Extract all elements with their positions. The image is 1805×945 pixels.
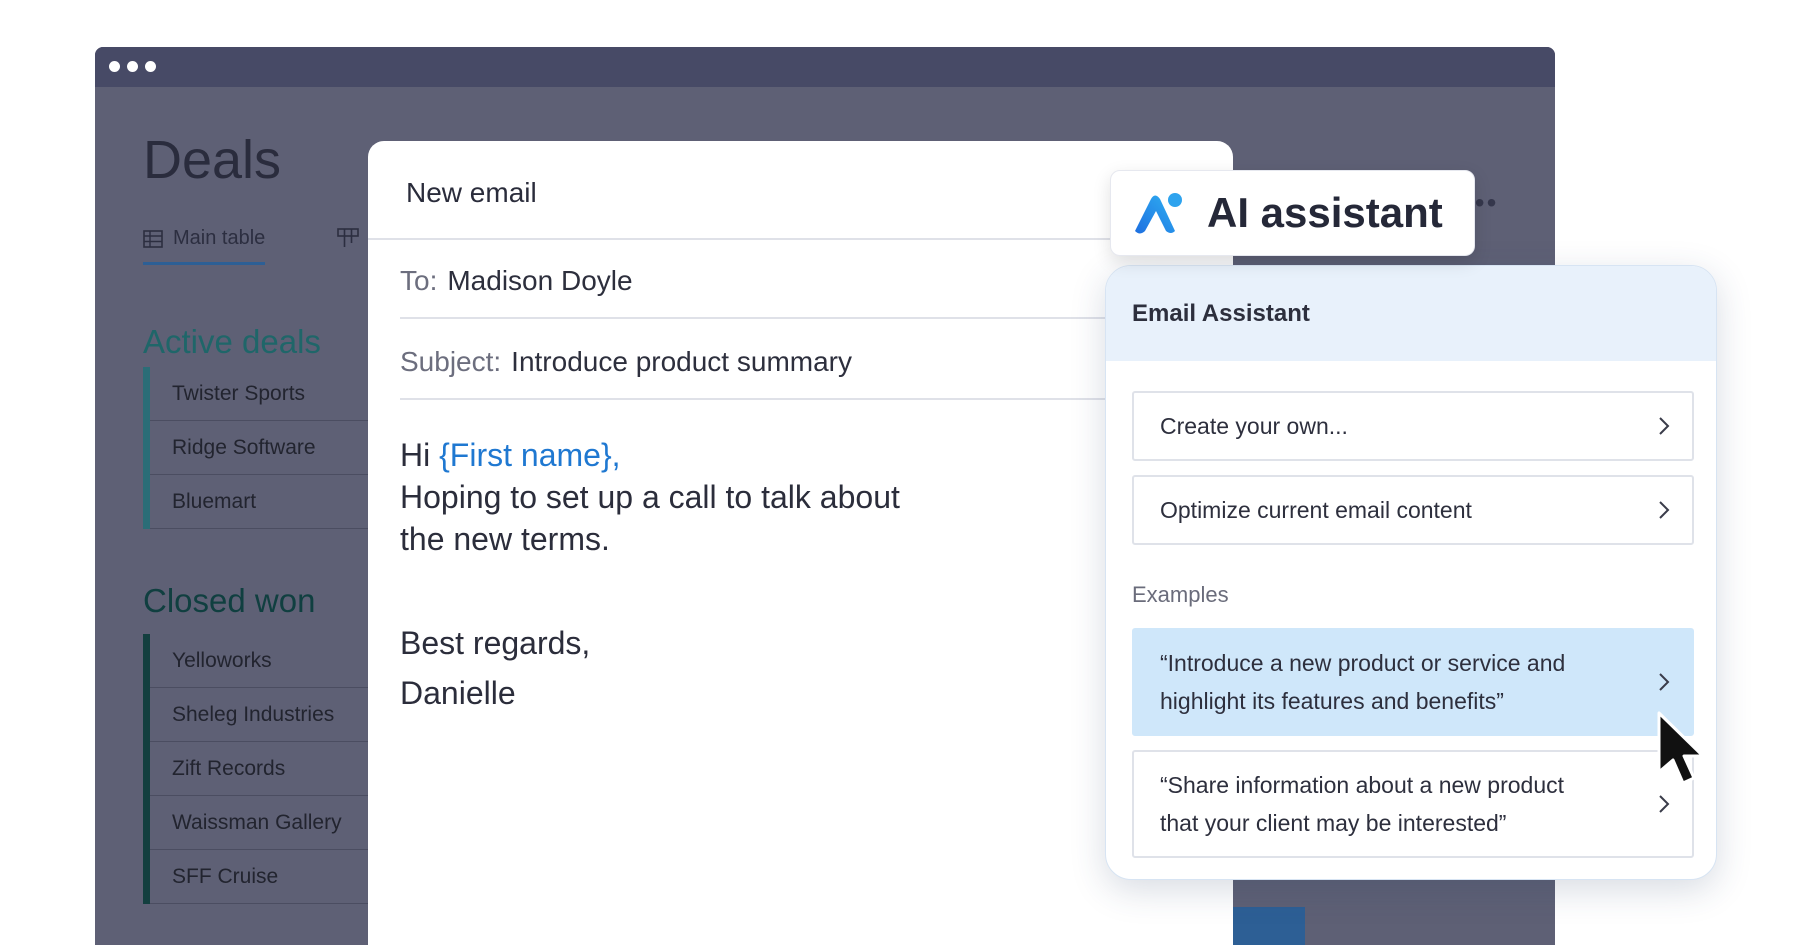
- body-line: Hoping to set up a call to talk about: [400, 479, 900, 515]
- subject-value[interactable]: Introduce product summary: [511, 346, 852, 377]
- kanban-icon[interactable]: [337, 227, 359, 249]
- window-controls[interactable]: [109, 61, 156, 72]
- ai-assistant-label: AI assistant: [1207, 189, 1443, 236]
- example-line: that your client may be interested”: [1160, 810, 1507, 836]
- ai-assistant-badge: AI assistant: [1110, 170, 1475, 256]
- example-line: “Share information about a new product: [1160, 772, 1565, 798]
- signature: Danielle: [400, 675, 516, 711]
- optimize-content-option[interactable]: Optimize current email content: [1132, 475, 1694, 545]
- table-icon: [143, 229, 163, 248]
- subject-field[interactable]: Subject: Introduce product summary: [400, 346, 1200, 400]
- example-line: “Introduce a new product or service and: [1160, 650, 1566, 676]
- status-cell: [1225, 907, 1305, 945]
- example-text: “Introduce a new product or service and …: [1160, 644, 1565, 720]
- chevron-right-icon: [1659, 501, 1670, 519]
- email-composer: New email To: Madison Doyle Subject: Intro…: [368, 141, 1233, 945]
- example-line: highlight its features and benefits”: [1160, 688, 1504, 714]
- window-titlebar: [95, 47, 1555, 87]
- email-body[interactable]: Hi {First name}, Hoping to set up a call…: [400, 434, 1020, 560]
- chevron-right-icon: [1659, 673, 1670, 691]
- group-title-closed[interactable]: Closed won: [143, 582, 315, 620]
- mouse-cursor-icon: [1657, 711, 1705, 785]
- chevron-right-icon: [1659, 417, 1670, 435]
- email-assistant-panel: Email Assistant Create your own... Optim…: [1105, 265, 1717, 880]
- to-field[interactable]: To: Madison Doyle: [400, 265, 1200, 319]
- first-name-placeholder[interactable]: {First name},: [439, 437, 620, 473]
- email-signoff[interactable]: Best regards, Danielle: [400, 618, 590, 718]
- body-line: the new terms.: [400, 521, 610, 557]
- subject-label: Subject:: [400, 346, 502, 377]
- examples-label: Examples: [1132, 582, 1229, 607]
- example-option-introduce[interactable]: “Introduce a new product or service and …: [1132, 628, 1694, 736]
- option-label: Optimize current email content: [1160, 497, 1472, 523]
- create-your-own-option[interactable]: Create your own...: [1132, 391, 1694, 461]
- tab-label: Main table: [173, 227, 266, 249]
- to-value[interactable]: Madison Doyle: [447, 265, 632, 296]
- greeting: Hi: [400, 437, 440, 473]
- email-header: New email: [406, 177, 537, 208]
- group-title-active[interactable]: Active deals: [143, 323, 321, 361]
- example-text: “Share information about a new product t…: [1160, 766, 1564, 842]
- option-label: Create your own...: [1160, 413, 1348, 439]
- example-option-share[interactable]: “Share information about a new product t…: [1132, 750, 1694, 858]
- board-title: Deals: [143, 130, 282, 190]
- chevron-right-icon: [1659, 795, 1670, 813]
- ai-logo-icon: [1135, 193, 1182, 234]
- to-label: To:: [400, 265, 438, 296]
- tab-main-table[interactable]: Main table: [143, 227, 266, 265]
- assistant-title: Email Assistant: [1106, 266, 1716, 361]
- divider: [368, 238, 1233, 240]
- closing: Best regards,: [400, 625, 591, 661]
